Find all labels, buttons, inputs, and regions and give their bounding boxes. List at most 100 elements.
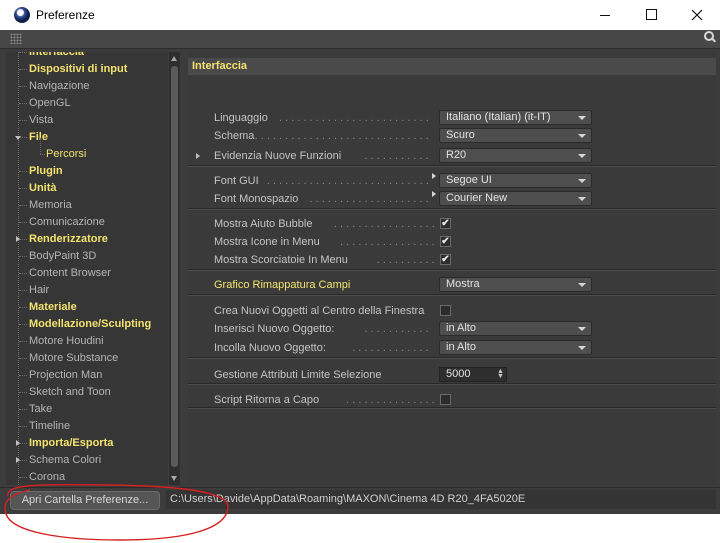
setting-dropdown-font-monospazio[interactable]: Courier New <box>439 191 592 206</box>
section-divider <box>188 357 716 359</box>
setting-checkbox-mostra-scorciatoie-in-menu[interactable]: ✔ <box>440 254 451 265</box>
sidebar-item-bodypaint-3d[interactable]: BodyPaint 3D <box>29 248 96 265</box>
toolbar <box>0 30 720 49</box>
setting-row-mostra-icone-in-menu: Mostra Icone in Menu . . . . . . . . . .… <box>188 233 716 251</box>
search-icon[interactable] <box>704 31 714 41</box>
chevron-down-icon <box>578 116 586 120</box>
setting-label: Gestione Attributi Limite Selezione <box>214 369 382 381</box>
setting-label: Linguaggio <box>214 112 268 124</box>
tree-connector <box>19 103 27 104</box>
tree-expanded-icon[interactable] <box>15 136 21 140</box>
setting-row-linguaggio: Linguaggio . . . . . . . . . . . . . . .… <box>188 109 716 127</box>
setting-checkbox-mostra-icone-in-menu[interactable]: ✔ <box>440 236 451 247</box>
cinema4d-icon <box>14 7 30 23</box>
sidebar-item-modellazione-sculpting[interactable]: Modellazione/Sculpting <box>29 316 151 333</box>
open-preferences-folder-button[interactable]: Apri Cartella Preferenze... <box>10 491 160 510</box>
setting-dropdown-evidenzia-nuove-funzioni[interactable]: R20 <box>439 148 592 163</box>
tree-connector <box>19 273 27 274</box>
sidebar-item-renderizzatore[interactable]: Renderizzatore <box>29 231 108 248</box>
chevron-down-icon <box>578 154 586 158</box>
setting-dropdown-inserisci-nuovo-oggetto[interactable]: in Alto <box>439 321 592 336</box>
setting-row-font-monospazio: Font Monospazio . . . . . . . . . . . . … <box>188 190 716 208</box>
tree-collapsed-icon[interactable] <box>16 440 20 446</box>
tree-connector <box>19 120 27 121</box>
leader-dots: . . . . . . . . . . . . . . . . . . . . … <box>352 342 430 354</box>
category-tree: Interfaccia Dispositivi di input Navigazio… <box>6 52 168 485</box>
sidebar-item-opengl[interactable]: OpenGL <box>29 95 71 112</box>
tree-collapsed-icon[interactable] <box>16 457 20 463</box>
dropdown-value: Courier New <box>446 192 508 204</box>
setting-dropdown-font-gui[interactable]: Segoe UI <box>439 173 592 188</box>
setting-number-gestione-attributi-limite-selezione[interactable]: 5000 ▲ ▼ <box>439 367 507 382</box>
dropdown-value: Italiano (Italian) (it-IT) <box>446 111 551 123</box>
setting-row-font-gui: Font GUI . . . . . . . . . . . . . . . .… <box>188 172 716 190</box>
sidebar-item-corona[interactable]: Corona <box>29 469 65 485</box>
link-arrow-icon[interactable] <box>432 173 436 179</box>
sidebar-item-percorsi[interactable]: Percorsi <box>46 146 86 163</box>
tree-connector <box>19 222 27 223</box>
minimize-button[interactable] <box>582 0 628 30</box>
setting-label: Mostra Scorciatoie In Menu <box>214 254 348 266</box>
expand-arrow-icon[interactable] <box>196 153 200 159</box>
setting-row-evidenzia-nuove-funzioni: Evidenzia Nuove Funzioni . . . . . . . .… <box>188 147 716 165</box>
sidebar-item-plugin[interactable]: Plugin <box>29 163 63 180</box>
sidebar-item-navigazione[interactable]: Navigazione <box>29 78 90 95</box>
tree-collapsed-icon[interactable] <box>16 236 20 242</box>
sidebar-item-projection-man[interactable]: Projection Man <box>29 367 102 384</box>
sidebar-item-file[interactable]: File <box>29 129 48 146</box>
chevron-down-icon <box>578 134 586 138</box>
sidebar-item-interfaccia[interactable]: Interfaccia <box>29 52 84 61</box>
sidebar-item-motore-substance[interactable]: Motore Substance <box>29 350 118 367</box>
sidebar-item-importa-esporta[interactable]: Importa/Esporta <box>29 435 113 452</box>
sidebar-item-sketch-and-toon[interactable]: Sketch and Toon <box>29 384 111 401</box>
leader-dots: . . . . . . . . . . . . . . . . . . . . … <box>333 218 434 230</box>
setting-checkbox-crea-nuovi-oggetti-al-centro-della-finestra[interactable] <box>440 305 451 316</box>
sidebar-item-unita[interactable]: Unità <box>29 180 57 197</box>
number-value: 5000 <box>446 368 471 380</box>
scroll-down-icon[interactable] <box>171 476 177 481</box>
close-button[interactable] <box>674 0 720 30</box>
sidebar-item-hair[interactable]: Hair <box>29 282 49 299</box>
setting-checkbox-script-ritorna-a-capo[interactable] <box>440 394 451 405</box>
sidebar-item-content-browser[interactable]: Content Browser <box>29 265 111 282</box>
leader-dots: . . . . . . . . . . . . . . . . . . . . … <box>376 254 434 266</box>
setting-label: Evidenzia Nuove Funzioni <box>214 150 342 162</box>
sidebar-item-motore-houdini[interactable]: Motore Houdini <box>29 333 104 350</box>
section-divider <box>188 269 716 271</box>
scroll-thumb[interactable] <box>171 66 178 467</box>
link-arrow-icon[interactable] <box>432 191 436 197</box>
tree-connector <box>19 409 27 410</box>
setting-dropdown-incolla-nuovo-oggetto[interactable]: in Alto <box>439 340 592 355</box>
sidebar-item-vista[interactable]: Vista <box>29 112 53 129</box>
setting-dropdown-linguaggio[interactable]: Italiano (Italian) (it-IT) <box>439 110 592 125</box>
grip-icon[interactable] <box>10 33 22 44</box>
spinner-arrows-icon[interactable]: ▲ ▼ <box>497 368 504 380</box>
tree-connector <box>19 239 27 240</box>
setting-label: Crea Nuovi Oggetti al Centro della Fines… <box>214 305 425 317</box>
setting-dropdown-schema[interactable]: Scuro <box>439 128 592 143</box>
dropdown-value: in Alto <box>446 322 476 334</box>
setting-label: Incolla Nuovo Oggetto: <box>214 342 326 354</box>
leader-dots: . . . . . . . . . . . . . . . . . . . . … <box>266 175 430 187</box>
maximize-button[interactable] <box>628 0 674 30</box>
tree-connector <box>19 426 27 427</box>
preferences-path-field[interactable]: C:\Users\Davide\AppData\Roaming\MAXON\Ci… <box>166 490 716 509</box>
section-divider <box>188 208 716 210</box>
tree-connector <box>19 443 27 444</box>
preferences-app: Interfaccia Dispositivi di input Navigazio… <box>0 30 720 514</box>
sidebar-item-materiale[interactable]: Materiale <box>29 299 77 316</box>
tree-connector <box>19 86 27 87</box>
tree-scrollbar[interactable] <box>169 52 180 485</box>
sidebar-item-memoria[interactable]: Memoria <box>29 197 72 214</box>
sidebar-item-timeline[interactable]: Timeline <box>29 418 70 435</box>
setting-dropdown-grafico-rimappatura-campi[interactable]: Mostra <box>439 277 592 292</box>
sidebar-item-schema-colori[interactable]: Schema Colori <box>29 452 101 469</box>
scroll-up-icon[interactable] <box>171 56 177 61</box>
setting-checkbox-mostra-aiuto-bubble[interactable]: ✔ <box>440 218 451 229</box>
sidebar-item-comunicazione[interactable]: Comunicazione <box>29 214 105 231</box>
leader-dots: . . . . . . . . . . . . . . . . . . . . … <box>254 130 430 142</box>
window-title: Preferenze <box>36 8 95 22</box>
sidebar-item-dispositivi-di-input[interactable]: Dispositivi di input <box>29 61 127 78</box>
section-divider <box>188 294 716 296</box>
sidebar-item-take[interactable]: Take <box>29 401 52 418</box>
